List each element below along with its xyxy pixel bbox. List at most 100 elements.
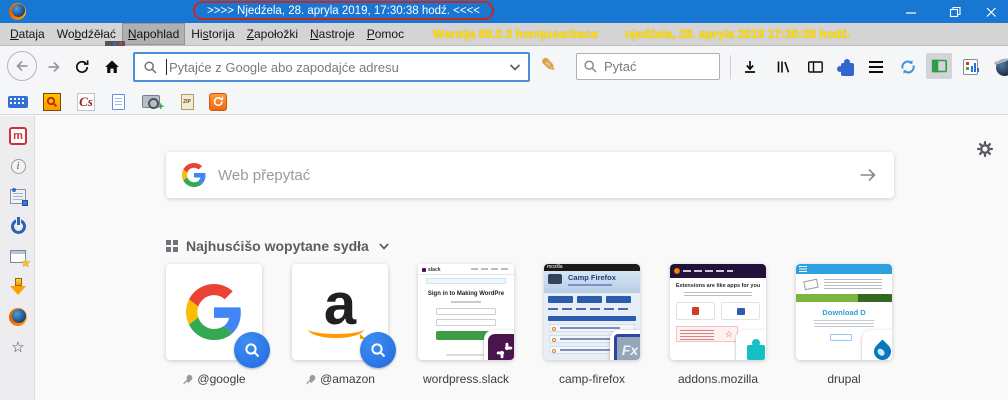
- pin-icon: [183, 374, 193, 384]
- url-bar[interactable]: [133, 52, 530, 82]
- orange-magnifier-icon: [43, 92, 61, 111]
- bookmark-screenshot[interactable]: +: [141, 92, 164, 113]
- calendar-star-icon: ★: [10, 249, 31, 269]
- bookmark-reload[interactable]: [208, 92, 228, 111]
- sidebar-button[interactable]: [803, 55, 827, 79]
- tile-label: addons.mozilla: [677, 372, 759, 386]
- app-menu-button[interactable]: [864, 55, 888, 79]
- menu-nastroje[interactable]: Nastroje: [304, 23, 361, 45]
- bookmark-document[interactable]: [108, 92, 128, 111]
- menu-napohlad[interactable]: Napohlad: [121, 23, 186, 45]
- minimize-button[interactable]: [894, 0, 928, 23]
- forward-button[interactable]: [42, 55, 66, 79]
- star-outline-icon: ☆: [11, 338, 25, 356]
- search-input[interactable]: [604, 59, 713, 74]
- puzzle-icon: [836, 58, 854, 76]
- forward-icon: [48, 61, 60, 73]
- new-tab-page: Najhusćišo wopytane sydła @google: [36, 116, 1008, 400]
- search-icon: [144, 60, 157, 74]
- toolbar-separator: [730, 55, 731, 79]
- pencil-icon[interactable]: ✎: [541, 55, 556, 76]
- menu-dataja[interactable]: Dataja: [4, 23, 51, 45]
- tile-label: @amazon: [320, 372, 375, 386]
- newtab-search-input[interactable]: [218, 166, 858, 184]
- document-icon: [111, 93, 125, 110]
- back-button[interactable]: [7, 51, 37, 81]
- window-title: >>>> Njedźela, 28. apryla 2019, 17:30:38…: [193, 1, 495, 20]
- text-caret: [166, 59, 167, 75]
- menu-item-text: Napohlad: [127, 27, 180, 41]
- topsite-tile-addons-mozilla[interactable]: Extensions are like apps for you ☆ addon…: [670, 264, 766, 386]
- cs-icon: Cs: [77, 92, 95, 111]
- addons-badge: [736, 330, 766, 360]
- radio-icon: [995, 58, 1008, 76]
- topsite-tile-google[interactable]: @google: [166, 264, 270, 386]
- sidebar-download-button[interactable]: [8, 277, 28, 297]
- close-icon: [986, 7, 996, 17]
- zip-file-icon: ZIP: [180, 93, 194, 110]
- downloads-button[interactable]: [738, 55, 762, 79]
- tile-label: drupal: [827, 372, 861, 386]
- search-icon: [584, 60, 597, 73]
- menu-historija[interactable]: Historija: [185, 23, 240, 45]
- bookmark-magnifier[interactable]: [42, 92, 62, 111]
- bookmark-keyboard[interactable]: [8, 92, 28, 111]
- reload-button[interactable]: [70, 55, 94, 79]
- urlbar-dropdown-icon[interactable]: [506, 59, 524, 75]
- hamburger-icon: [869, 61, 883, 73]
- close-button[interactable]: [974, 0, 1008, 23]
- search-box[interactable]: [576, 53, 720, 80]
- search-shortcut-badge: [234, 332, 270, 368]
- topsite-tile-camp-firefox[interactable]: mozilla Camp Firefox Fx camp-firefox: [544, 264, 640, 386]
- extension-puzzle-button[interactable]: [835, 55, 859, 79]
- menu-zapolozki[interactable]: Zapołožki: [241, 23, 304, 45]
- restore-button[interactable]: [938, 0, 972, 23]
- fx-badge: Fx: [610, 330, 640, 360]
- search-submit-arrow-icon[interactable]: [858, 166, 878, 184]
- sidebar-bookmark-button[interactable]: ☆: [8, 337, 28, 357]
- topsites-header: Najhusćišo wopytane sydła: [166, 238, 391, 254]
- camera-plus-icon: +: [142, 95, 164, 113]
- sidebar-m-button[interactable]: m: [8, 126, 28, 146]
- newtab-search-bar[interactable]: [166, 152, 894, 198]
- menu-pomoc[interactable]: Pomoc: [361, 23, 410, 45]
- bookmark-zip[interactable]: ZIP: [177, 92, 197, 111]
- topsite-tile-amazon[interactable]: a @amazon: [292, 264, 396, 386]
- newtab-settings-button[interactable]: [976, 140, 994, 158]
- radio-extension-button[interactable]: [992, 55, 1008, 79]
- tile-label-row: wordpress.slack: [418, 372, 514, 386]
- sidebar-notes-button[interactable]: [8, 186, 28, 206]
- bookmark-cs[interactable]: Cs: [76, 92, 96, 111]
- tile-label-row: @google: [166, 372, 262, 386]
- tile-label-row: @amazon: [292, 372, 388, 386]
- google-logo-icon: [182, 163, 206, 187]
- slack-logo-icon: [488, 334, 514, 360]
- topsites-grid-icon: [166, 240, 178, 252]
- restore-icon: [949, 6, 961, 17]
- green-sidebar-extension-button[interactable]: [926, 53, 952, 79]
- teal-puzzle-icon: [747, 339, 765, 360]
- home-button[interactable]: [100, 55, 124, 79]
- topsites-collapse-chevron-icon[interactable]: [377, 240, 391, 252]
- menu-item-text: Pomoc: [366, 27, 405, 41]
- library-button[interactable]: [771, 55, 795, 79]
- sidebar-power-button[interactable]: [8, 216, 28, 236]
- notes-icon: [10, 187, 28, 206]
- menu-item-text: Dataja: [10, 27, 45, 41]
- navigation-toolbar: ✎: [0, 46, 1008, 88]
- orange-refresh-icon: [209, 92, 227, 111]
- menu-item-text: Nastroje: [310, 27, 355, 41]
- sidebar-calendar-button[interactable]: ★: [8, 246, 31, 269]
- drupal-badge: [862, 330, 892, 360]
- url-input[interactable]: [169, 59, 506, 75]
- topsite-tile-wordpress-slack[interactable]: slack Sign in to Making WordPre wordpres…: [418, 264, 514, 386]
- sync-extension-button[interactable]: [896, 55, 920, 79]
- slack-badge: [484, 330, 514, 360]
- sidebar-firefox-button[interactable]: [8, 307, 28, 327]
- topsite-tile-drupal[interactable]: Download D drupal: [796, 264, 892, 386]
- gear-icon: [977, 141, 993, 157]
- stats-extension-button[interactable]: [958, 55, 982, 79]
- tile-label: @google: [197, 372, 246, 386]
- home-icon: [105, 60, 119, 73]
- sidebar-info-button[interactable]: i: [8, 156, 28, 176]
